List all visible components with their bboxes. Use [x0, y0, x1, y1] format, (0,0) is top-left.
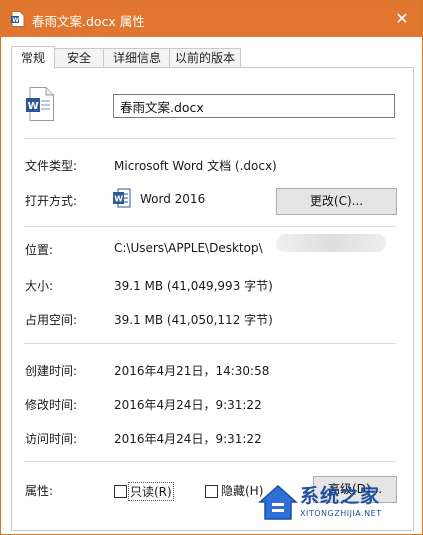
- file-type-value: Microsoft Word 文档 (.docx): [114, 159, 277, 173]
- change-button[interactable]: 更改(C)...: [276, 188, 397, 215]
- size-value: 39.1 MB (41,049,993 字节): [114, 279, 273, 293]
- watermark: 系统之家 XITONGZHIJIA.NET: [257, 477, 417, 529]
- tab-details[interactable]: 详细信息: [103, 48, 171, 68]
- svg-text:W: W: [12, 17, 19, 24]
- modified-label: 修改时间:: [25, 398, 78, 412]
- readonly-checkbox[interactable]: [114, 485, 127, 498]
- size-on-disk-value: 39.1 MB (41,050,112 字节): [114, 313, 273, 327]
- attributes-label: 属性:: [25, 484, 54, 498]
- divider: [24, 461, 396, 462]
- size-on-disk-label: 占用空间:: [25, 313, 78, 327]
- location-value: C:\Users\APPLE\Desktop\: [114, 241, 263, 255]
- created-value: 2016年4月21日，14:30:58: [114, 364, 270, 378]
- filename-input[interactable]: [113, 94, 395, 118]
- tab-security[interactable]: 安全: [53, 48, 105, 68]
- hidden-checkbox[interactable]: [205, 485, 218, 498]
- divider: [24, 226, 396, 227]
- properties-dialog: W 春雨文案.docx 属性 ✕ 常规 安全 详细信息 以前的版本 W 文件类型…: [0, 0, 423, 535]
- accessed-label: 访问时间:: [25, 432, 78, 446]
- tab-bar: 常规 安全 详细信息 以前的版本: [11, 46, 412, 69]
- close-button[interactable]: ✕: [390, 7, 414, 31]
- size-label: 大小:: [25, 279, 54, 293]
- readonly-label[interactable]: 只读(R): [128, 482, 174, 501]
- watermark-text: 系统之家: [300, 485, 381, 507]
- created-label: 创建时间:: [25, 364, 78, 378]
- redacted-path: [276, 234, 386, 252]
- file-type-label: 文件类型:: [25, 159, 78, 173]
- word-icon: W: [113, 188, 131, 208]
- svg-text:W: W: [28, 101, 39, 112]
- title-bar[interactable]: W 春雨文案.docx 属性 ✕: [1, 1, 422, 37]
- word-document-icon: W: [26, 87, 54, 121]
- document-icon: W: [11, 11, 25, 27]
- opens-with-value: Word 2016: [140, 192, 206, 206]
- house-logo-icon: [258, 484, 298, 520]
- watermark-url: XITONGZHIJIA.NET: [300, 509, 382, 518]
- divider: [24, 343, 396, 344]
- window-title: 春雨文案.docx 属性: [32, 14, 145, 29]
- modified-value: 2016年4月24日，9:31:22: [114, 398, 262, 412]
- svg-text:W: W: [114, 194, 123, 203]
- general-panel: W 文件类型: Microsoft Word 文档 (.docx) 打开方式: …: [11, 67, 414, 531]
- tab-previous-versions[interactable]: 以前的版本: [169, 48, 241, 68]
- accessed-value: 2016年4月24日，9:31:22: [114, 432, 262, 446]
- divider: [24, 138, 396, 139]
- tab-general[interactable]: 常规: [11, 46, 55, 69]
- location-label: 位置:: [25, 243, 54, 257]
- opens-with-label: 打开方式:: [25, 194, 78, 208]
